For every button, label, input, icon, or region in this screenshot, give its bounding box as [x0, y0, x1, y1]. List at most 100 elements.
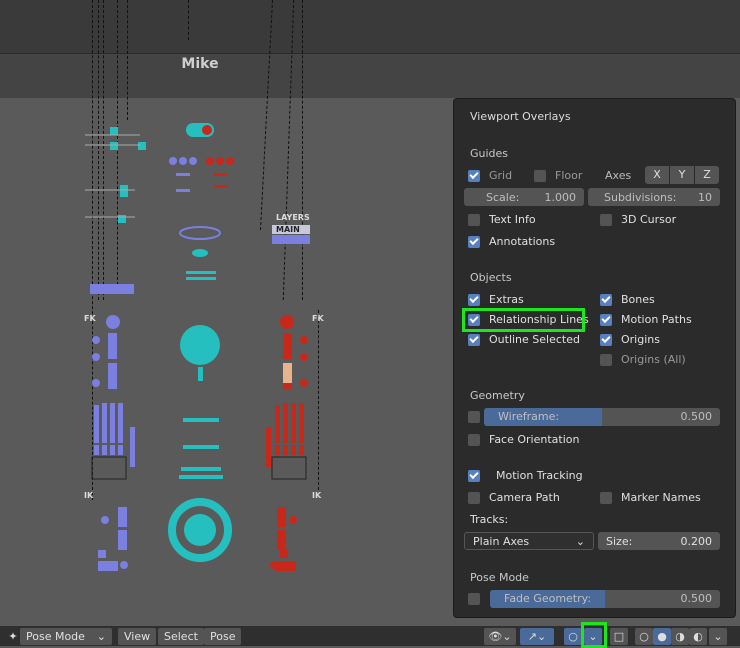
- marker-names-label: Marker Names: [621, 491, 701, 504]
- size-field[interactable]: Size: 0.200: [598, 532, 720, 550]
- viewport-top-area: [0, 0, 740, 53]
- checkbox-icon[interactable]: [600, 293, 612, 306]
- grid-label: Grid: [489, 169, 513, 182]
- extras-checkbox[interactable]: Extras: [468, 293, 524, 306]
- tracks-dropdown[interactable]: Plain Axes ⌄: [464, 532, 594, 550]
- relationship-line: [188, 0, 189, 40]
- camera-path-checkbox[interactable]: Camera Path: [468, 491, 560, 504]
- fk-right-label: FK: [312, 314, 324, 323]
- rendered-shading-icon[interactable]: ◐: [689, 628, 707, 645]
- solid-shading-icon[interactable]: ●: [653, 628, 671, 645]
- rig-picker-widgets[interactable]: [80, 105, 380, 585]
- pose-mode-heading: Pose Mode: [470, 571, 529, 584]
- material-shading-icon[interactable]: ◑: [671, 628, 689, 645]
- select-menu[interactable]: Select: [158, 628, 204, 645]
- checkbox-icon[interactable]: [468, 469, 480, 482]
- motion-paths-label: Motion Paths: [621, 313, 692, 326]
- objects-heading: Objects: [470, 271, 512, 284]
- wireframe-shading-icon[interactable]: ○: [635, 628, 653, 645]
- relationship-lines-highlight: [462, 308, 585, 332]
- size-value: 0.200: [680, 534, 713, 548]
- layers-label: LAYERS: [276, 213, 310, 222]
- annotations-label: Annotations: [489, 235, 556, 248]
- checkbox-icon[interactable]: [600, 213, 612, 226]
- motion-paths-checkbox[interactable]: Motion Paths: [600, 313, 692, 326]
- axis-z-toggle[interactable]: Z: [695, 166, 719, 184]
- floor-label: Floor: [555, 169, 583, 182]
- 3d-cursor-label: 3D Cursor: [621, 213, 677, 226]
- panel-title: Viewport Overlays: [470, 110, 571, 123]
- tracks-value: Plain Axes: [473, 534, 530, 548]
- axis-x-toggle[interactable]: X: [645, 166, 669, 184]
- main-layer-button[interactable]: MAIN: [276, 225, 300, 234]
- fade-geometry-slider[interactable]: Fade Geometry: 0.500: [490, 590, 720, 608]
- annotations-checkbox[interactable]: Annotations: [468, 235, 555, 248]
- origins-all-checkbox[interactable]: Origins (All): [600, 353, 686, 366]
- outline-selected-label: Outline Selected: [489, 333, 580, 346]
- grid-checkbox[interactable]: Grid: [468, 169, 512, 182]
- checkbox-icon[interactable]: [468, 169, 480, 182]
- size-label: Size:: [606, 534, 633, 548]
- motion-tracking-checkbox[interactable]: Motion Tracking: [468, 469, 583, 482]
- camera-path-label: Camera Path: [489, 491, 560, 504]
- axes-label: Axes: [605, 169, 632, 182]
- text-info-checkbox[interactable]: Text Info: [468, 213, 536, 226]
- rig-name-label: Mike: [181, 56, 219, 72]
- visibility-icon[interactable]: 👁⌄: [484, 628, 516, 645]
- origins-all-label: Origins (All): [621, 353, 686, 366]
- origins-checkbox[interactable]: Origins: [600, 333, 660, 346]
- gizmo-icon[interactable]: ↗⌄: [520, 628, 554, 645]
- overlays-dropdown-highlight: [581, 622, 607, 648]
- viewport-overlays-panel: Viewport Overlays Guides Grid Floor Axes…: [453, 98, 736, 618]
- subdivisions-field[interactable]: Subdivisions: 10: [588, 188, 720, 206]
- ik-left-label: IK: [84, 491, 94, 500]
- checkbox-icon[interactable]: [468, 491, 480, 504]
- geometry-heading: Geometry: [470, 389, 525, 402]
- face-orientation-checkbox[interactable]: Face Orientation: [468, 433, 579, 446]
- mode-label: Pose Mode: [26, 630, 85, 643]
- checkbox-icon[interactable]: [468, 333, 480, 346]
- wireframe-slider[interactable]: Wireframe: 0.500: [484, 408, 720, 426]
- outline-selected-checkbox[interactable]: Outline Selected: [468, 333, 580, 346]
- 3d-cursor-checkbox[interactable]: 3D Cursor: [600, 213, 676, 226]
- chevron-down-icon: ⌄: [96, 630, 106, 643]
- mode-dropdown[interactable]: Pose Mode ⌄: [20, 628, 112, 645]
- scale-field[interactable]: Scale: 1.000: [464, 188, 584, 206]
- fade-geometry-checkbox[interactable]: [468, 593, 489, 605]
- face-orientation-label: Face Orientation: [489, 433, 580, 446]
- viewport-header-bar: ✦ Pose Mode ⌄ View Select Pose 👁⌄ ↗⌄ ○ ⌄ …: [0, 622, 740, 648]
- checkbox-icon[interactable]: [600, 491, 612, 504]
- text-info-label: Text Info: [489, 213, 536, 226]
- shading-options-chevron-icon[interactable]: ⌄: [709, 628, 727, 645]
- wireframe-label: Wireframe:: [498, 410, 560, 423]
- scale-label: Scale:: [486, 190, 520, 204]
- xray-icon[interactable]: □: [610, 628, 628, 645]
- motion-tracking-label: Motion Tracking: [496, 469, 583, 482]
- wireframe-value: 0.500: [680, 410, 713, 423]
- checkbox-icon[interactable]: [468, 213, 480, 226]
- checkbox-icon[interactable]: [600, 313, 612, 326]
- checkbox-icon[interactable]: [600, 353, 612, 366]
- overlays-icon[interactable]: ○: [564, 628, 582, 645]
- checkbox-icon[interactable]: [468, 411, 480, 423]
- view-menu[interactable]: View: [118, 628, 157, 645]
- guides-heading: Guides: [470, 147, 509, 160]
- fk-left-label: FK: [84, 314, 96, 323]
- origins-label: Origins: [621, 333, 660, 346]
- pose-menu[interactable]: Pose: [204, 628, 242, 645]
- checkbox-icon[interactable]: [468, 593, 480, 605]
- subdivisions-label: Subdivisions:: [604, 190, 677, 204]
- checkbox-icon[interactable]: [468, 293, 480, 306]
- checkbox-icon[interactable]: [534, 169, 546, 182]
- checkbox-icon[interactable]: [600, 333, 612, 346]
- fade-geometry-label: Fade Geometry:: [504, 592, 592, 605]
- bones-checkbox[interactable]: Bones: [600, 293, 655, 306]
- marker-names-checkbox[interactable]: Marker Names: [600, 491, 701, 504]
- ik-right-label: IK: [312, 491, 322, 500]
- subdivisions-value: 10: [698, 190, 712, 204]
- axis-y-toggle[interactable]: Y: [670, 166, 694, 184]
- chevron-down-icon: ⌄: [575, 534, 585, 548]
- checkbox-icon[interactable]: [468, 433, 480, 446]
- floor-checkbox[interactable]: Floor: [534, 169, 582, 182]
- checkbox-icon[interactable]: [468, 235, 480, 248]
